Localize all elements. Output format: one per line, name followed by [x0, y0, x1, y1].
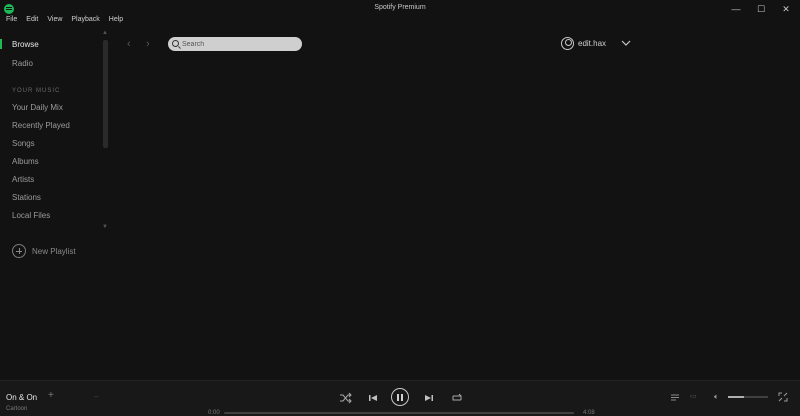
sidebar-item-recently-played[interactable]: Recently Played [12, 121, 70, 130]
player-bar: On & On Cartoon + – 0:00 4:08 ▭ 🔈︎ [0, 380, 800, 416]
scroll-up-arrow-icon[interactable]: ▲ [102, 30, 108, 36]
total-time: 4:08 [583, 410, 595, 416]
search-icon [172, 40, 179, 47]
chevron-down-icon[interactable] [621, 38, 631, 48]
menu-edit[interactable]: Edit [26, 16, 38, 26]
now-playing-artist[interactable]: Cartoon [6, 406, 27, 412]
username: edit.hax [578, 39, 607, 48]
menu-help[interactable]: Help [109, 16, 123, 26]
new-playlist-label: New Playlist [32, 246, 76, 256]
maximize-button[interactable]: ☐ [751, 2, 771, 16]
close-button[interactable]: ✕ [776, 2, 796, 16]
previous-track-icon[interactable] [366, 391, 380, 405]
forward-arrow-icon[interactable]: › [146, 38, 150, 50]
volume-icon[interactable]: 🔈︎ [714, 392, 719, 402]
volume-fill [728, 396, 744, 398]
now-playing-title[interactable]: On & On [6, 393, 37, 402]
fullscreen-icon[interactable] [778, 392, 788, 402]
sidebar-item-albums[interactable]: Albums [12, 157, 39, 166]
sidebar-item-local-files[interactable]: Local Files [12, 211, 50, 220]
sidebar-scrollbar[interactable] [103, 40, 108, 148]
sidebar: Browse Radio YOUR MUSIC Your Daily Mix R… [0, 30, 112, 380]
devider-icon: – [94, 392, 99, 401]
sidebar-item-songs[interactable]: Songs [12, 139, 35, 148]
sidebar-item-browse[interactable]: Browse [12, 40, 39, 49]
user-menu[interactable]: edit.hax [561, 37, 606, 50]
shuffle-icon[interactable] [339, 391, 353, 405]
sidebar-item-stations[interactable]: Stations [12, 193, 41, 202]
menu-playback[interactable]: Playback [71, 16, 99, 26]
menu-view[interactable]: View [47, 16, 62, 26]
new-playlist-button[interactable]: New Playlist [12, 244, 76, 258]
add-to-library-icon[interactable]: + [48, 390, 54, 401]
user-avatar-icon [561, 37, 574, 50]
progress-bar[interactable] [224, 412, 574, 414]
scroll-down-arrow-icon[interactable]: ▼ [102, 224, 108, 230]
pause-button[interactable] [391, 388, 409, 406]
volume-slider[interactable] [728, 396, 768, 398]
next-track-icon[interactable] [422, 391, 436, 405]
search-input[interactable] [182, 38, 298, 50]
section-label-your-music: YOUR MUSIC [12, 88, 61, 94]
queue-icon[interactable] [670, 392, 680, 402]
devices-icon[interactable]: ▭ [690, 392, 697, 400]
sidebar-item-radio[interactable]: Radio [12, 59, 33, 68]
minimize-button[interactable]: — [726, 2, 746, 16]
sidebar-item-daily-mix[interactable]: Your Daily Mix [12, 103, 63, 112]
plus-circle-icon [12, 244, 26, 258]
repeat-icon[interactable] [450, 391, 464, 405]
search-box[interactable] [168, 37, 302, 51]
window-title: Spotify Premium [374, 4, 426, 11]
back-arrow-icon[interactable]: ‹ [127, 38, 131, 50]
elapsed-time: 0:00 [208, 410, 220, 416]
menu-bar: File Edit View Playback Help [6, 16, 123, 26]
menu-file[interactable]: File [6, 16, 17, 26]
sidebar-item-artists[interactable]: Artists [12, 175, 34, 184]
active-indicator [0, 39, 2, 49]
